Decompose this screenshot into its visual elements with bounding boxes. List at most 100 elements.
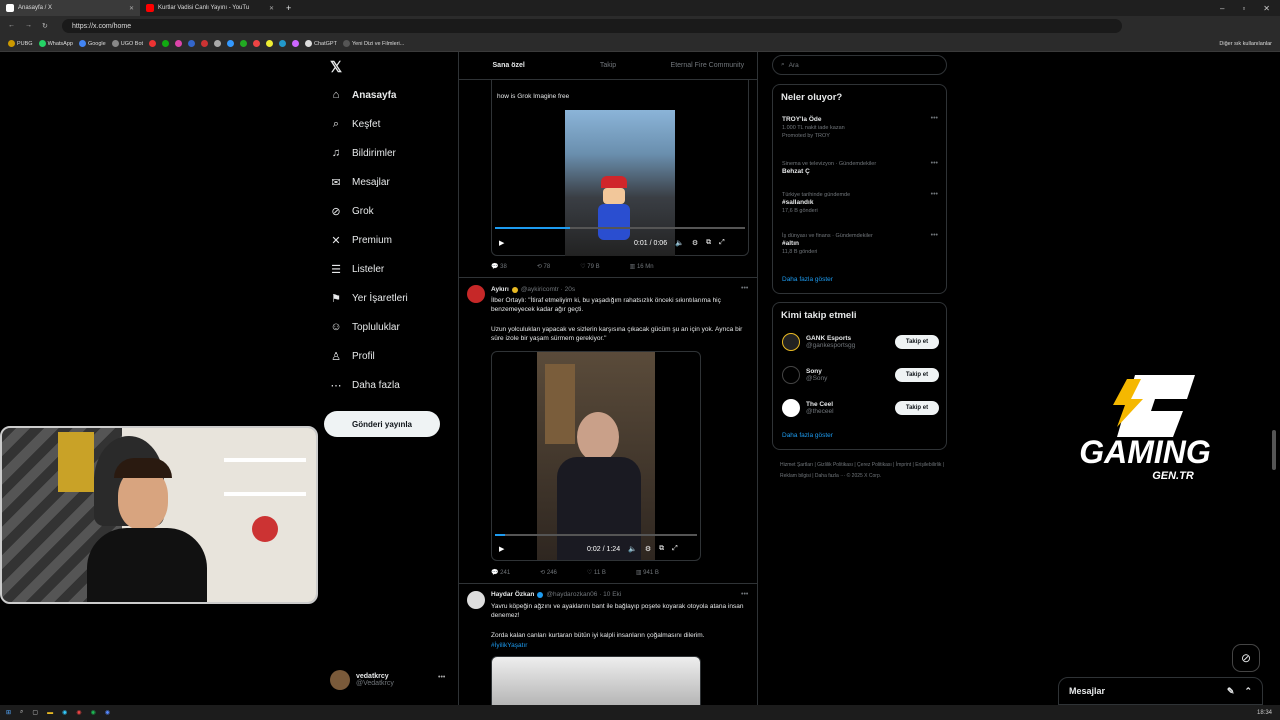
- trend-item[interactable]: Türkiye tarihinde gündemde #sallandık 17,6…: [782, 191, 850, 215]
- nav-item-topluluklar[interactable]: ☺ Topluluklar: [330, 321, 399, 333]
- x-logo-icon[interactable]: 𝕏: [330, 58, 342, 76]
- show-more-link[interactable]: Daha fazla göster: [782, 432, 833, 440]
- shortcut-icon[interactable]: [227, 40, 235, 47]
- avatar[interactable]: [467, 285, 485, 303]
- nav-item-profil[interactable]: ♙ Profil: [330, 350, 375, 363]
- follow-suggestion[interactable]: The Ceel @theceel Takip et: [782, 399, 942, 417]
- like-action[interactable]: ♡ 79 B: [580, 263, 599, 270]
- play-icon[interactable]: ▶: [499, 239, 504, 247]
- bookmark-item[interactable]: ChatGPT: [305, 40, 337, 47]
- views-action[interactable]: ▥ 16 Mn: [630, 263, 654, 270]
- reload-icon[interactable]: ↻: [42, 22, 48, 30]
- trend-item[interactable]: Sinema ve televizyon · Gündemdekiler Behz…: [782, 160, 876, 176]
- window-close-icon[interactable]: ✕: [1263, 4, 1270, 13]
- reply-action[interactable]: 💬 38: [491, 263, 507, 270]
- bookmark-item[interactable]: Yeni Dizi ve Filmleri...: [342, 40, 404, 47]
- maximize-icon[interactable]: ▫: [1242, 4, 1245, 13]
- tab-x-home[interactable]: Anasayfa / X ✕: [0, 0, 140, 16]
- file-explorer-icon[interactable]: ▬: [47, 710, 53, 716]
- nav-item-mesajlar[interactable]: ✉ Mesajlar: [330, 176, 389, 189]
- trend-item[interactable]: TROY'la Öde 1.000 TL nakit iade kazan Prom…: [782, 116, 845, 140]
- tab-youtube[interactable]: Kurtlar Vadisi Canlı Yayını - YouTu ✕: [140, 0, 280, 16]
- avatar[interactable]: [467, 591, 485, 609]
- more-dots-icon[interactable]: •••: [931, 160, 938, 167]
- shortcut-icon[interactable]: [214, 40, 222, 47]
- shortcut-icon[interactable]: [201, 40, 209, 47]
- fullscreen-icon[interactable]: ⤢: [672, 545, 678, 553]
- video-player[interactable]: [491, 351, 701, 561]
- bookmark-item[interactable]: PUBG: [8, 40, 33, 47]
- hashtag-link[interactable]: #İyilikYaşatır: [491, 641, 527, 650]
- shortcut-icon[interactable]: [240, 40, 248, 47]
- bookmark-item[interactable]: Google: [78, 40, 106, 47]
- video-progress-bar[interactable]: [495, 227, 745, 229]
- shortcut-icon[interactable]: [253, 40, 261, 47]
- repost-action[interactable]: ⟲ 246: [540, 569, 557, 576]
- search-icon[interactable]: ⌕: [20, 709, 23, 716]
- nav-item-anasayfa[interactable]: ⌂ Anasayfa: [330, 89, 397, 101]
- volume-icon[interactable]: 🔈: [628, 545, 637, 553]
- close-tab-icon[interactable]: ✕: [269, 5, 274, 12]
- more-dots-icon[interactable]: •••: [931, 232, 938, 239]
- follow-suggestion[interactable]: GANK Esports @gankesportsgg Takip et: [782, 333, 942, 351]
- shortcut-icon[interactable]: [266, 40, 274, 47]
- tab-community[interactable]: Eternal Fire Community: [658, 52, 757, 79]
- video-progress-bar[interactable]: [495, 534, 697, 536]
- settings-icon[interactable]: ⚙: [645, 545, 651, 553]
- close-tab-icon[interactable]: ✕: [129, 5, 134, 12]
- url-input[interactable]: https://x.com/home: [62, 19, 1122, 33]
- reply-action[interactable]: 💬 241: [491, 569, 510, 576]
- fullscreen-icon[interactable]: ⤢: [719, 239, 725, 247]
- pip-icon[interactable]: ⧉: [659, 545, 664, 553]
- shortcut-icon[interactable]: [175, 40, 183, 47]
- footer-links[interactable]: Hizmet Şartları | Gizlilik Politikası | …: [780, 460, 950, 482]
- post-button[interactable]: Gönderi yayınla: [324, 411, 440, 437]
- chrome-icon[interactable]: ◉: [76, 709, 81, 716]
- minimize-icon[interactable]: –: [1220, 4, 1224, 13]
- follow-button[interactable]: Takip et: [895, 335, 939, 349]
- shortcut-icon[interactable]: [292, 40, 300, 47]
- pip-icon[interactable]: ⧉: [706, 239, 711, 247]
- new-tab-icon[interactable]: +: [280, 3, 291, 13]
- nav-item-yer-i-aretleri[interactable]: ⚑ Yer İşaretleri: [330, 292, 408, 305]
- post-author[interactable]: Haydar Özkan @haydarozkan06 · 10 Eki: [491, 591, 621, 598]
- nav-item-ke-fet[interactable]: ⌕ Keşfet: [330, 118, 380, 131]
- more-dots-icon[interactable]: •••: [741, 591, 748, 598]
- nav-item-listeler[interactable]: ☰ Listeler: [330, 263, 384, 276]
- spotify-icon[interactable]: ◉: [91, 709, 96, 716]
- shortcut-icon[interactable]: [162, 40, 170, 47]
- follow-button[interactable]: Takip et: [895, 401, 939, 415]
- settings-icon[interactable]: ⚙: [692, 239, 698, 247]
- more-dots-icon[interactable]: •••: [931, 191, 938, 198]
- messages-drawer[interactable]: Mesajlar ✎ ⌃: [1058, 677, 1263, 705]
- post-author[interactable]: Aykırı @aykiricomtr · 20s: [491, 286, 575, 293]
- account-switcher[interactable]: vedatkrcy @Vedatkrcy •••: [330, 670, 445, 690]
- like-action[interactable]: ♡ 11 B: [587, 569, 606, 576]
- repost-action[interactable]: ⟲ 78: [537, 263, 550, 270]
- shortcut-icon[interactable]: [279, 40, 287, 47]
- play-icon[interactable]: ▶: [499, 545, 504, 553]
- show-more-link[interactable]: Daha fazla göster: [782, 276, 833, 284]
- search-input[interactable]: ⌕ Ara: [772, 55, 947, 75]
- nav-item-grok[interactable]: ⊘ Grok: [330, 205, 373, 218]
- follow-button[interactable]: Takip et: [895, 368, 939, 382]
- trend-item[interactable]: İş dünyası ve finans · Gündemdekiler #alt…: [782, 232, 873, 256]
- nav-item-daha-fazla[interactable]: ⋯ Daha fazla: [330, 379, 400, 392]
- page-scrollbar[interactable]: [1272, 430, 1276, 470]
- views-action[interactable]: ▥ 941 B: [636, 569, 659, 576]
- video-thumbnail[interactable]: [565, 110, 675, 256]
- back-icon[interactable]: ←: [8, 22, 15, 30]
- tab-following[interactable]: Takip: [558, 52, 657, 79]
- system-clock[interactable]: 18:34: [1257, 710, 1280, 716]
- forward-icon[interactable]: →: [25, 22, 32, 30]
- shortcut-icon[interactable]: [188, 40, 196, 47]
- more-dots-icon[interactable]: •••: [438, 674, 445, 681]
- more-dots-icon[interactable]: •••: [741, 285, 748, 292]
- discord-icon[interactable]: ◉: [105, 709, 110, 716]
- edge-icon[interactable]: ◉: [62, 709, 67, 716]
- task-view-icon[interactable]: ▢: [32, 709, 38, 716]
- follow-suggestion[interactable]: Sony @Sony Takip et: [782, 366, 942, 384]
- shortcut-icon[interactable]: [149, 40, 157, 47]
- more-dots-icon[interactable]: •••: [931, 115, 938, 122]
- tab-for-you[interactable]: Sana özel: [459, 52, 558, 79]
